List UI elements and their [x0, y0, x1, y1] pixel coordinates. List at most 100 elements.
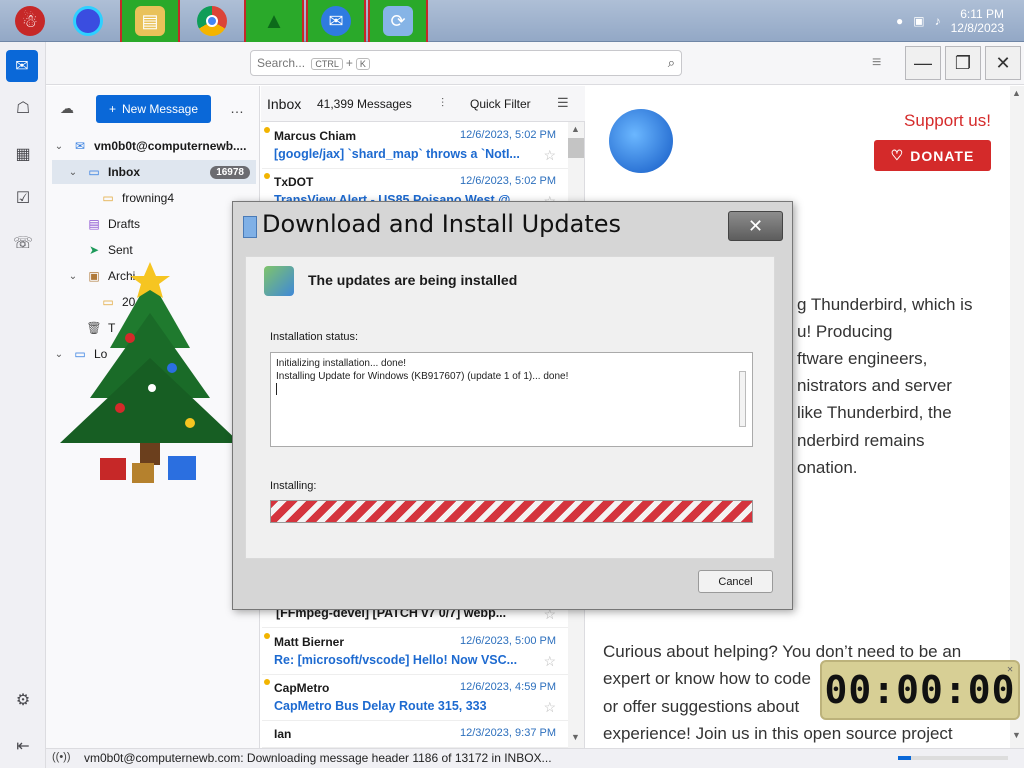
- account-icon: ✉: [74, 139, 86, 153]
- log-scrollbar[interactable]: [739, 371, 746, 427]
- file-explorer-icon[interactable]: ▤: [120, 0, 180, 42]
- chat-icon[interactable]: ☏: [11, 231, 35, 255]
- list-options-icon[interactable]: ☰: [557, 95, 569, 111]
- log-line: Installing Update for Windows (KB917607)…: [276, 371, 569, 382]
- message-date: 12/6/2023, 5:02 PM: [459, 129, 556, 141]
- activity-icon: ((•)): [52, 751, 71, 763]
- restore-button[interactable]: ❐: [945, 46, 981, 80]
- close-button[interactable]: ✕: [985, 46, 1021, 80]
- body-text: experience! Join us in this open source …: [603, 724, 953, 743]
- network-icon[interactable]: ▣: [913, 14, 924, 28]
- scroll-thumb[interactable]: [568, 138, 584, 158]
- calendar-icon[interactable]: ▦: [11, 142, 35, 166]
- countdown-timer[interactable]: 00:00:00 ✕: [820, 660, 1020, 720]
- unread-dot: [264, 127, 270, 133]
- star-icon[interactable]: ☆: [543, 653, 556, 670]
- message-row[interactable]: CapMetro 12/6/2023, 4:59 PM CapMetro Bus…: [262, 675, 568, 721]
- cancel-label: Cancel: [718, 575, 753, 588]
- body-text: expert or know how to code: [603, 669, 811, 688]
- more-options-icon[interactable]: …: [230, 100, 244, 116]
- search-input[interactable]: Search... CTRL + K ⌕: [250, 50, 682, 76]
- dialog-close-button[interactable]: ✕: [728, 211, 783, 241]
- unread-dot: [264, 633, 270, 639]
- settings-icon[interactable]: ⚙: [11, 688, 35, 712]
- folder-label: Drafts: [108, 217, 141, 231]
- timer-value: 00:00:00: [824, 668, 1016, 712]
- donate-label: DONATE: [910, 147, 975, 164]
- search-placeholder: Search...: [257, 56, 306, 70]
- minimize-button[interactable]: —: [905, 46, 941, 80]
- dialog-heading: The updates are being installed: [308, 272, 518, 288]
- folder-title: Inbox: [267, 96, 302, 112]
- folder-inbox[interactable]: ⌄ ▭ Inbox 16978: [52, 160, 256, 184]
- star-icon[interactable]: ☆: [543, 699, 556, 716]
- clock[interactable]: 6:11 PM 12/8/2023: [951, 7, 1004, 35]
- plus-icon: +: [108, 102, 116, 116]
- scroll-up-icon[interactable]: ▲: [1012, 88, 1021, 98]
- body-text: Curious about helping? You don’t need to…: [603, 642, 962, 661]
- chevron-down-icon: ⌄: [68, 166, 78, 178]
- star-icon[interactable]: ☆: [543, 147, 556, 164]
- windows-update-icon: [264, 266, 294, 296]
- account-item[interactable]: ⌄ ✉ vm0b0t@computernewb....: [52, 134, 256, 158]
- update-title-icon: [243, 216, 257, 238]
- message-row[interactable]: Marcus Chiam 12/6/2023, 5:02 PM [google/…: [262, 123, 568, 169]
- account-label: vm0b0t@computernewb....: [94, 139, 247, 153]
- scroll-up-icon[interactable]: ▲: [571, 124, 580, 134]
- text-cursor: [276, 383, 277, 395]
- folder-frowning4[interactable]: ▭ frowning4: [52, 186, 256, 210]
- inbox-icon: ▭: [88, 165, 100, 179]
- collapse-icon[interactable]: ⇤: [11, 734, 35, 758]
- new-message-button[interactable]: + New Message: [96, 95, 211, 123]
- new-message-label: New Message: [121, 102, 199, 116]
- santa-icon[interactable]: ☃: [0, 0, 60, 42]
- body-text: onation.: [797, 458, 858, 477]
- folder-icon: ▭: [102, 191, 114, 205]
- scroll-down-icon[interactable]: ▼: [571, 732, 580, 742]
- message-sender: CapMetro: [274, 681, 330, 695]
- thunderbird-icon[interactable]: ✉: [306, 0, 366, 42]
- cancel-button[interactable]: Cancel: [698, 570, 773, 593]
- message-sender: Matt Bierner: [274, 635, 345, 649]
- message-date: 12/6/2023, 4:59 PM: [459, 681, 556, 693]
- message-subject: Re: [microsoft/vscode] Hello! Now VSC...: [274, 653, 518, 667]
- tray-dot-icon[interactable]: ●: [896, 14, 903, 28]
- message-date: 12/6/2023, 5:02 PM: [459, 175, 556, 187]
- folder-label: Sent: [108, 243, 133, 257]
- volume-icon[interactable]: ♪: [935, 14, 941, 28]
- donate-button[interactable]: ♡ DONATE: [874, 140, 991, 171]
- chrome-icon[interactable]: [182, 0, 242, 42]
- shortcut-key-ctrl: CTRL: [311, 58, 343, 70]
- tasks-icon[interactable]: ☑: [11, 186, 35, 210]
- get-messages-icon[interactable]: ☁: [60, 100, 74, 117]
- close-icon[interactable]: ✕: [1007, 664, 1014, 675]
- quick-filter-button[interactable]: Quick Filter: [470, 97, 531, 111]
- installation-status-label: Installation status:: [270, 331, 359, 343]
- body-text: or offer suggestions about: [603, 697, 800, 716]
- body-text: ftware engineers,: [797, 349, 928, 368]
- chevron-down-icon: ⌄: [54, 140, 64, 152]
- inbox-label: Inbox: [108, 165, 140, 179]
- reading-scrollbar[interactable]: ▲ ▼: [1010, 86, 1024, 748]
- address-book-icon[interactable]: ☖: [11, 96, 35, 120]
- taskbar: ☃ ▤ ▲ ✉ ⟳ ● ▣ ♪ 6:11 PM 12/8/2023: [0, 0, 1024, 42]
- windows-update-icon[interactable]: ⟳: [368, 0, 428, 42]
- message-subject: CapMetro Bus Delay Route 315, 333: [274, 699, 487, 713]
- mail-icon[interactable]: ✉: [6, 50, 38, 82]
- heart-icon: ♡: [890, 147, 905, 163]
- message-row[interactable]: Ian 12/3/2023, 9:37 PM: [262, 721, 568, 748]
- christmas-tree-icon[interactable]: ▲: [244, 0, 304, 42]
- message-sender: Marcus Chiam: [274, 129, 357, 143]
- message-sender: Ian: [274, 727, 292, 741]
- filter-icon[interactable]: ⫶: [441, 96, 444, 111]
- folder-drafts[interactable]: ▤ Drafts: [52, 212, 256, 236]
- browser-circle-icon[interactable]: [58, 0, 118, 42]
- message-row[interactable]: Matt Bierner 12/6/2023, 5:00 PM Re: [mic…: [262, 629, 568, 675]
- dialog-title: Download and Install Updates: [262, 210, 622, 238]
- status-progress: [898, 756, 1008, 760]
- scroll-down-icon[interactable]: ▼: [1012, 730, 1021, 740]
- menu-icon[interactable]: ≡: [872, 54, 881, 72]
- search-icon: ⌕: [667, 55, 675, 70]
- status-bar: ((•)) vm0b0t@computernewb.com: Downloadi…: [46, 748, 1024, 768]
- shortcut-plus: +: [345, 56, 353, 70]
